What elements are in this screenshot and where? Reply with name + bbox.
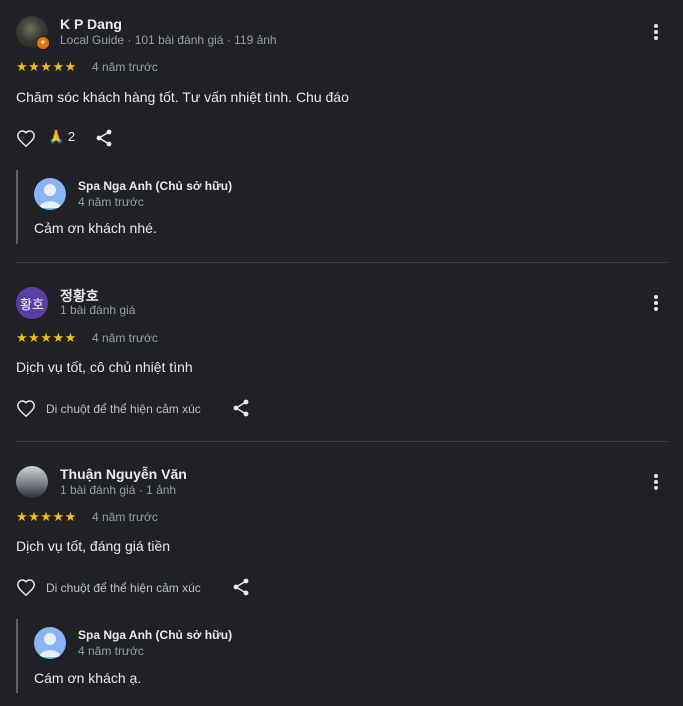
owner-reply-text: Cảm ơn khách nhé. [34, 220, 157, 236]
reviewer-name[interactable]: Thuận Nguyễn Văn [60, 466, 187, 482]
share-icon[interactable] [231, 577, 251, 597]
owner-name: Spa Nga Anh (Chủ sở hữu) [78, 628, 233, 642]
owner-avatar [34, 178, 66, 210]
review-time: 4 năm trước [92, 331, 158, 345]
owner-reply: Spa Nga Anh (Chủ sở hữu) 4 năm trước Cám… [16, 619, 618, 693]
star-rating: ★★★★★ [16, 59, 77, 74]
reviewer-meta: 1 bài đánh giá · 1 ảnh [60, 483, 177, 497]
more-options-icon[interactable] [646, 22, 666, 42]
owner-name: Spa Nga Anh (Chủ sở hữu) [78, 179, 233, 193]
share-icon[interactable] [94, 128, 114, 148]
like-heart-icon[interactable] [16, 398, 36, 418]
reviewer-meta: Local Guide · 101 bài đánh giá · 119 ảnh [60, 33, 277, 47]
reaction-chip[interactable]: 🙏 2 [48, 129, 75, 145]
review-text: Chăm sóc khách hàng tốt. Tư vấn nhiệt tì… [16, 89, 349, 105]
owner-reply-time: 4 năm trước [78, 644, 144, 658]
star-rating: ★★★★★ [16, 330, 77, 345]
owner-reply-time: 4 năm trước [78, 195, 144, 209]
reaction-count: 2 [67, 129, 76, 144]
owner-avatar [34, 627, 66, 659]
pray-emoji-icon: 🙏 [48, 129, 65, 144]
more-options-icon[interactable] [646, 293, 666, 313]
like-heart-icon[interactable] [16, 577, 36, 597]
reviewer-meta: 1 bài đánh giá [60, 303, 136, 317]
like-heart-icon[interactable] [16, 128, 36, 148]
reaction-hint: Di chuột để thể hiện cảm xúc [46, 402, 201, 416]
local-guide-badge-icon: ✦ [36, 36, 50, 50]
review-time: 4 năm trước [92, 60, 158, 74]
share-icon[interactable] [231, 398, 251, 418]
review-text: Dịch vụ tốt, cô chủ nhiệt tình [16, 359, 193, 375]
reviewer-name[interactable]: K P Dang [60, 16, 122, 32]
reviewer-avatar[interactable] [16, 466, 48, 498]
review-card: Thuận Nguyễn Văn 1 bài đánh giá · 1 ảnh … [0, 442, 683, 706]
review-time: 4 năm trước [92, 510, 158, 524]
review-text: Dịch vụ tốt, đáng giá tiền [16, 538, 171, 554]
review-card: ✦ K P Dang Local Guide · 101 bài đánh gi… [0, 0, 683, 262]
reaction-hint: Di chuột để thể hiện cảm xúc [46, 581, 201, 595]
owner-reply-text: Cám ơn khách ạ. [34, 670, 142, 686]
more-options-icon[interactable] [646, 472, 666, 492]
star-rating: ★★★★★ [16, 509, 77, 524]
owner-reply: Spa Nga Anh (Chủ sở hữu) 4 năm trước Cảm… [16, 170, 618, 244]
reviewer-avatar[interactable]: 황호 [16, 287, 48, 319]
review-card: 황호 정황호 1 bài đánh giá ★★★★★ 4 năm trước … [0, 263, 683, 441]
